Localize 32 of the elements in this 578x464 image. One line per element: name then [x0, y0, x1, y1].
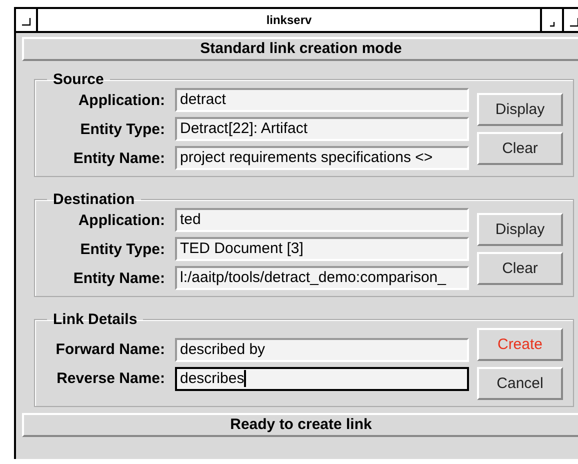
action-button[interactable]: Clear [477, 132, 563, 165]
maximize-button[interactable] [562, 9, 578, 31]
text-field[interactable]: described by [175, 338, 469, 362]
corner-icon [569, 17, 578, 27]
field-label: Application: [77, 212, 165, 228]
corner-icon [21, 17, 31, 27]
field-label: Reverse Name: [56, 370, 165, 387]
text-field[interactable]: detract [175, 88, 469, 112]
action-button[interactable]: Display [477, 213, 563, 246]
action-button[interactable]: Display [477, 93, 563, 126]
action-button[interactable]: Cancel [477, 367, 563, 400]
field-label: Entity Name: [72, 150, 165, 166]
status-bar: Ready to create link [22, 413, 578, 437]
field-label: Entity Name: [72, 270, 165, 286]
field-label: Entity Type: [79, 120, 165, 138]
text-field[interactable]: TED Document [3] [175, 237, 469, 261]
text-field[interactable]: Detract[22]: Artifact [175, 117, 469, 141]
corner-icon [549, 21, 555, 27]
text-field[interactable]: ted [175, 208, 469, 232]
section-title: Link Details [52, 311, 138, 328]
field-label: Entity Type: [79, 240, 165, 258]
action-button[interactable]: Clear [477, 252, 563, 285]
text-cursor [244, 370, 246, 388]
mode-banner: Standard link creation mode [22, 37, 578, 61]
text-field[interactable]: project requirements specifications <> [175, 146, 469, 170]
section-title: Source [52, 71, 105, 88]
field-label: Application: [77, 92, 165, 108]
section-title: Destination [52, 191, 136, 208]
window-title: linkserv [265, 12, 313, 29]
field-label: Forward Name: [54, 341, 165, 358]
text-field[interactable]: describes [175, 366, 469, 390]
text-field[interactable]: l:/aaitp/tools/detract_demo:comparison_ [175, 266, 469, 290]
